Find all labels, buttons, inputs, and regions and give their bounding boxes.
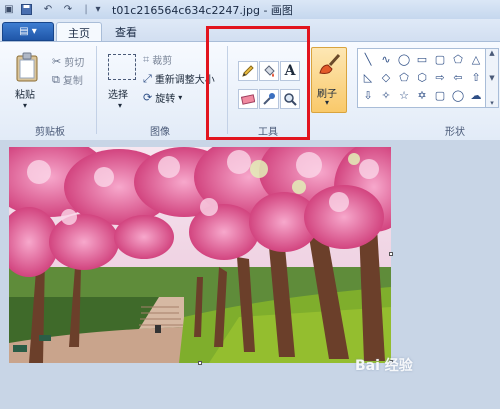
rotate-label: 旋转 bbox=[155, 94, 176, 105]
redo-icon[interactable]: ↷ bbox=[62, 3, 74, 15]
image-group-label: 图像 bbox=[150, 127, 170, 138]
brushes-button[interactable]: 刷子 ▾ bbox=[311, 47, 347, 113]
customize-quick-access-icon[interactable]: ▾ bbox=[92, 3, 104, 15]
shapes-gallery[interactable]: ╲ ∿ ◯ ▭ ▢ ⬠ △ ◺ ◇ ⬠ ⬡ ⇨ ⇦ ⇧ ⇩ ✧ ☆ ✡ ▢ ◯ … bbox=[357, 48, 486, 108]
shapes-group-label: 形状 bbox=[445, 127, 465, 138]
scroll-up-icon[interactable]: ▲ bbox=[489, 49, 494, 57]
file-menu-button[interactable]: ▤ ▾ bbox=[2, 22, 54, 41]
six-point-star-shape-icon[interactable]: ✡ bbox=[413, 87, 431, 103]
rounded-rectangle-shape-icon[interactable]: ▢ bbox=[431, 51, 449, 67]
rounded-callout-shape-icon[interactable]: ▢ bbox=[431, 87, 449, 103]
crop-icon: ⌗ bbox=[143, 52, 150, 66]
pentagon-shape-icon[interactable]: ⬠ bbox=[395, 69, 413, 85]
tab-view[interactable]: 查看 bbox=[104, 22, 148, 41]
oval-callout-shape-icon[interactable]: ◯ bbox=[449, 87, 467, 103]
scroll-down-icon[interactable]: ▼ bbox=[489, 74, 494, 82]
resize-handle[interactable] bbox=[389, 252, 393, 256]
paste-icon bbox=[16, 52, 38, 82]
triangle-shape-icon[interactable]: △ bbox=[467, 51, 485, 67]
chevron-down-icon: ▾ bbox=[178, 93, 183, 102]
canvas-image[interactable] bbox=[9, 147, 391, 363]
rotate-icon: ⟳ bbox=[143, 91, 153, 104]
cut-label: 剪切 bbox=[64, 58, 85, 69]
shapes-scrollbar[interactable]: ▲ ▼ ▾ bbox=[485, 48, 499, 108]
left-arrow-shape-icon[interactable]: ⇦ bbox=[449, 69, 467, 85]
hexagon-shape-icon[interactable]: ⬡ bbox=[413, 69, 431, 85]
brush-icon bbox=[319, 53, 341, 74]
crop-label: 裁剪 bbox=[152, 56, 173, 67]
quick-access-separator: | bbox=[84, 3, 88, 15]
five-point-star-shape-icon[interactable]: ☆ bbox=[395, 87, 413, 103]
chevron-down-icon: ▾ bbox=[325, 98, 330, 107]
expand-gallery-icon[interactable]: ▾ bbox=[490, 99, 494, 107]
four-point-star-shape-icon[interactable]: ✧ bbox=[377, 87, 395, 103]
copy-label: 复制 bbox=[62, 76, 83, 87]
oval-shape-icon[interactable]: ◯ bbox=[395, 51, 413, 67]
line-shape-icon[interactable]: ╲ bbox=[359, 51, 377, 67]
resize-handle[interactable] bbox=[198, 361, 202, 365]
chevron-down-icon: ▾ bbox=[31, 26, 37, 37]
save-icon[interactable] bbox=[20, 3, 32, 15]
app-menu-icon[interactable]: ▣ bbox=[3, 3, 15, 15]
right-arrow-shape-icon[interactable]: ⇨ bbox=[431, 69, 449, 85]
resize-button[interactable]: ⤢ 重新调整大小 bbox=[143, 71, 215, 87]
cloud-callout-shape-icon[interactable]: ☁ bbox=[467, 87, 485, 103]
paste-label[interactable]: 粘贴 bbox=[15, 86, 35, 101]
select-button[interactable]: 选择 bbox=[108, 86, 128, 101]
curve-shape-icon[interactable]: ∿ bbox=[377, 51, 395, 67]
watermark: Bai 经验 bbox=[355, 358, 413, 374]
cut-button[interactable]: ✂ 剪切 bbox=[52, 54, 84, 69]
chevron-down-icon[interactable]: ▾ bbox=[118, 101, 122, 110]
window-title: t01c216564c634c2247.jpg - 画图 bbox=[112, 4, 293, 17]
file-menu-icon: ▤ bbox=[19, 26, 29, 37]
tab-home[interactable]: 主页 bbox=[56, 22, 102, 42]
clipboard-group-label: 剪贴板 bbox=[35, 127, 65, 138]
copy-icon: ⧉ bbox=[52, 72, 60, 86]
select-icon[interactable] bbox=[108, 54, 136, 80]
tools-highlight-box bbox=[206, 26, 310, 140]
polygon-shape-icon[interactable]: ⬠ bbox=[449, 51, 467, 67]
up-arrow-shape-icon[interactable]: ⇧ bbox=[467, 69, 485, 85]
group-separator bbox=[96, 46, 97, 134]
chevron-down-icon[interactable]: ▾ bbox=[23, 101, 27, 110]
diamond-shape-icon[interactable]: ◇ bbox=[377, 69, 395, 85]
crop-button[interactable]: ⌗ 裁剪 bbox=[143, 52, 173, 68]
undo-icon[interactable]: ↶ bbox=[42, 3, 54, 15]
rotate-button[interactable]: ⟳ 旋转 ▾ bbox=[143, 90, 182, 105]
right-triangle-shape-icon[interactable]: ◺ bbox=[359, 69, 377, 85]
resize-icon: ⤢ bbox=[143, 71, 152, 85]
down-arrow-shape-icon[interactable]: ⇩ bbox=[359, 87, 377, 103]
copy-button[interactable]: ⧉ 复制 bbox=[52, 72, 83, 88]
rectangle-shape-icon[interactable]: ▭ bbox=[413, 51, 431, 67]
paste-button[interactable] bbox=[14, 52, 40, 84]
cut-icon: ✂ bbox=[52, 55, 62, 68]
